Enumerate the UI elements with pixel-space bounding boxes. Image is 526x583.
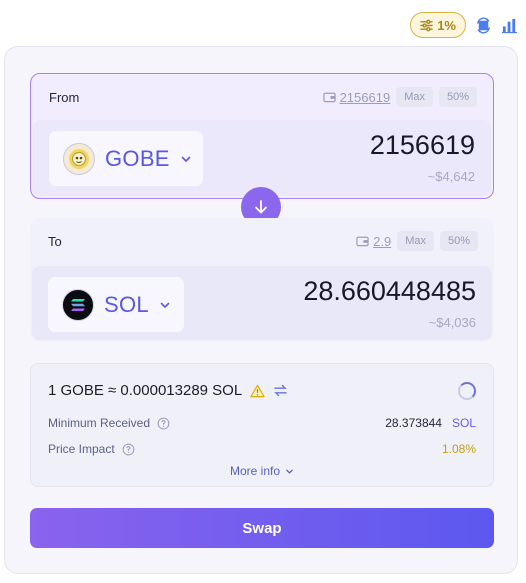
min-received-label-wrap: Minimum Received [48, 416, 170, 430]
to-balance-row: 2.9 Max 50% [356, 231, 478, 251]
min-received-value-wrap: 28.373844 SOL [385, 416, 476, 430]
from-balance[interactable]: 2156619 [322, 89, 391, 105]
price-impact-value: 1.08% [441, 442, 476, 456]
from-balance-row: 2156619 Max 50% [322, 87, 477, 107]
from-input-area: GOBE 2156619 ~$4,642 [33, 120, 491, 196]
help-icon[interactable] [122, 443, 135, 456]
bar-chart-icon[interactable] [500, 16, 518, 34]
price-impact-label: Price Impact [48, 442, 115, 456]
warning-icon [250, 384, 265, 397]
price-impact-label-wrap: Price Impact [48, 442, 135, 456]
help-icon[interactable] [157, 417, 170, 430]
to-half-button[interactable]: 50% [439, 231, 478, 251]
swap-panel: From 2156619 Max 50% GOBE 2156619 ~$4,64… [4, 46, 518, 574]
refresh-timer-icon [458, 382, 476, 400]
top-toolbar: 1% [410, 12, 518, 38]
to-balance[interactable]: 2.9 [356, 234, 391, 249]
exchange-rate: 1 GOBE ≈ 0.000013289 SOL [48, 382, 243, 399]
more-info-label: More info [229, 464, 281, 478]
sliders-icon [420, 19, 433, 31]
chevron-down-icon [181, 156, 191, 162]
min-received-row: Minimum Received 28.373844 SOL [48, 416, 476, 430]
chevron-down-icon [160, 302, 170, 308]
wallet-icon [322, 92, 336, 103]
slippage-value: 1% [437, 17, 456, 33]
swap-rate-icon[interactable] [273, 384, 288, 397]
to-amount-output: 28.660448485 [303, 276, 476, 306]
swap-button[interactable]: Swap [30, 508, 494, 548]
from-token-symbol: GOBE [105, 145, 170, 171]
gobe-token-icon [63, 142, 95, 175]
from-label: From [49, 90, 80, 105]
min-received-value: 28.373844 [385, 416, 442, 430]
from-max-button[interactable]: Max [396, 87, 433, 107]
more-info-button[interactable]: More info [31, 464, 493, 478]
to-token-symbol: SOL [104, 291, 149, 317]
from-usd-value: ~$4,642 [427, 169, 475, 184]
to-card: To 2.9 Max 50% SOL 28.660448485 ~$4,036 [30, 218, 494, 342]
from-token-selector[interactable]: GOBE [49, 131, 203, 186]
from-balance-value: 2156619 [339, 89, 391, 105]
min-received-unit: SOL [451, 416, 476, 430]
to-output-area: SOL 28.660448485 ~$4,036 [32, 266, 492, 340]
to-usd-value: ~$4,036 [428, 315, 476, 330]
min-received-label: Minimum Received [48, 416, 151, 430]
to-label: To [48, 234, 62, 249]
to-balance-value: 2.9 [373, 233, 392, 249]
price-impact-row: Price Impact 1.08% [48, 442, 476, 456]
to-token-selector[interactable]: SOL [48, 277, 184, 332]
rate-row: 1 GOBE ≈ 0.000013289 SOL [48, 382, 288, 399]
sol-token-icon [62, 288, 94, 321]
from-card: From 2156619 Max 50% GOBE 2156619 ~$4,64… [30, 73, 494, 199]
wallet-icon [356, 236, 369, 247]
slippage-button[interactable]: 1% [410, 12, 466, 38]
from-half-button[interactable]: 50% [438, 87, 477, 107]
from-amount-input[interactable]: 2156619 [370, 130, 475, 161]
arrow-down-icon [255, 200, 267, 214]
chevron-down-icon [286, 469, 293, 474]
swap-info-box: 1 GOBE ≈ 0.000013289 SOL Minimum Receive… [30, 363, 494, 487]
to-max-button[interactable]: Max [397, 231, 434, 251]
refresh-icon[interactable] [474, 16, 492, 34]
